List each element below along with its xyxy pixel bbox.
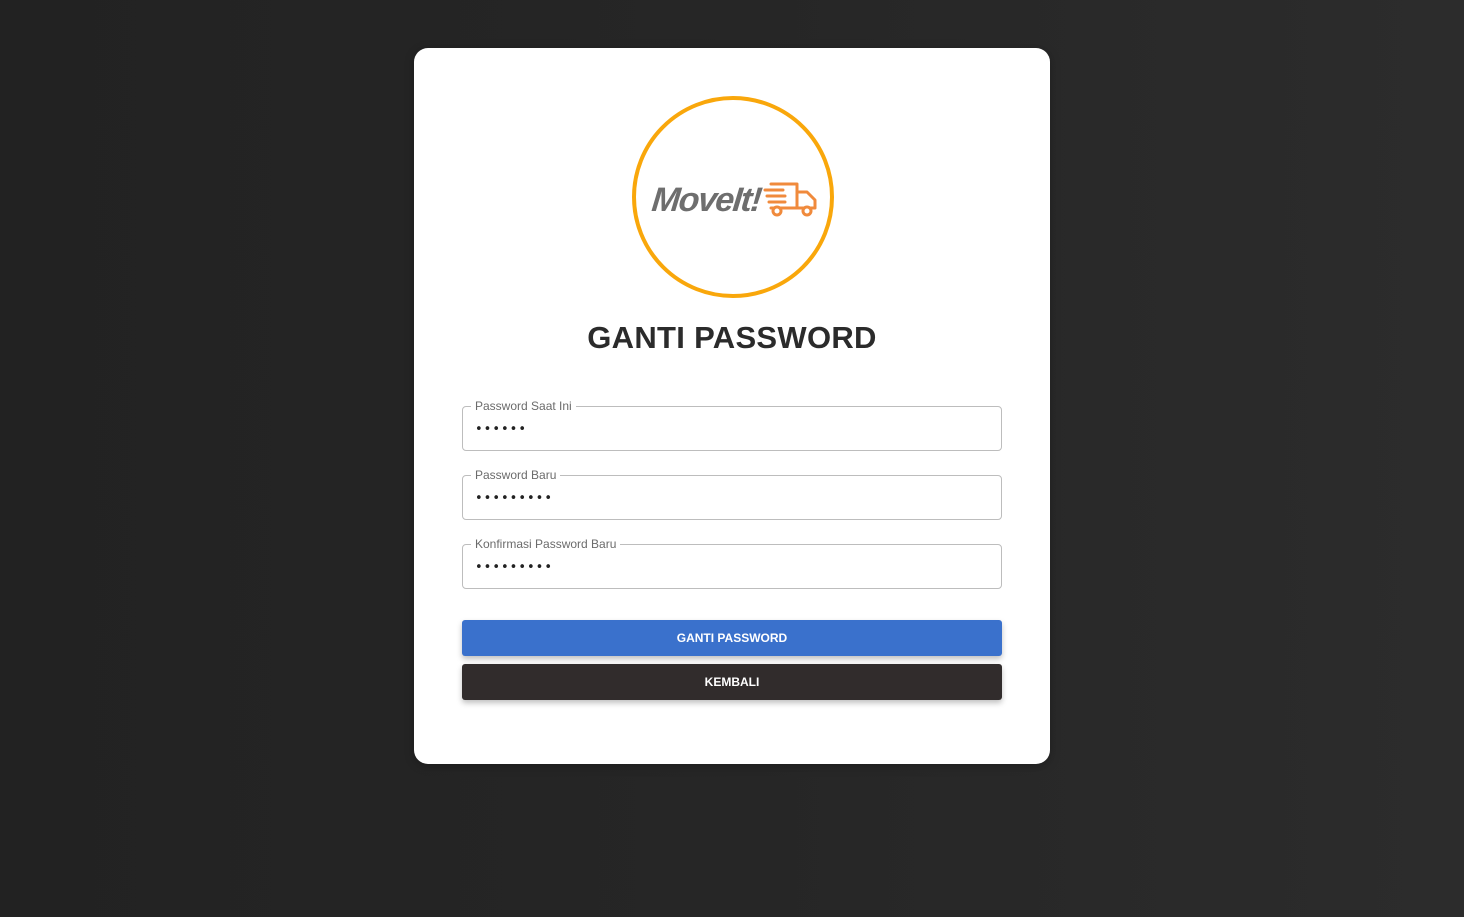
truck-icon bbox=[763, 178, 821, 223]
logo-content: MoveIt! bbox=[650, 178, 821, 223]
confirm-password-label: Konfirmasi Password Baru bbox=[471, 537, 621, 551]
new-password-field[interactable]: Password Baru bbox=[462, 468, 1002, 520]
change-password-button[interactable]: GANTI PASSWORD bbox=[462, 620, 1002, 656]
current-password-field[interactable]: Password Saat Ini bbox=[462, 399, 1002, 451]
page-title: GANTI PASSWORD bbox=[587, 320, 877, 355]
new-password-label: Password Baru bbox=[471, 468, 561, 482]
confirm-password-input[interactable] bbox=[475, 557, 985, 577]
logo: MoveIt! bbox=[632, 96, 834, 298]
confirm-password-field[interactable]: Konfirmasi Password Baru bbox=[462, 537, 1002, 589]
new-password-input[interactable] bbox=[475, 488, 985, 508]
logo-text: MoveIt! bbox=[650, 181, 763, 219]
change-password-card: MoveIt! GANTI PASSWORD Password Saat Ini… bbox=[414, 48, 1050, 764]
current-password-input[interactable] bbox=[475, 419, 985, 439]
current-password-label: Password Saat Ini bbox=[471, 399, 576, 413]
back-button[interactable]: KEMBALI bbox=[462, 664, 1002, 700]
